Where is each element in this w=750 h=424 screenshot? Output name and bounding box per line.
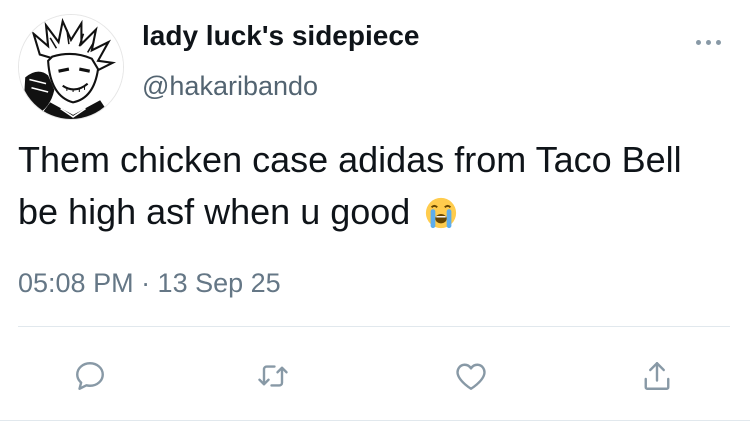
more-dot-icon — [695, 39, 701, 45]
share-button[interactable] — [633, 352, 681, 400]
display-name[interactable]: lady luck's sidepiece — [142, 20, 419, 52]
more-dot-icon — [715, 39, 721, 45]
divider — [18, 326, 730, 327]
more-options-button[interactable] — [688, 30, 728, 54]
share-icon — [644, 362, 670, 390]
retweet-button[interactable] — [249, 352, 297, 400]
loudly-crying-face-icon — [426, 197, 457, 229]
reply-button[interactable] — [66, 352, 114, 400]
manga-character-avatar-icon — [19, 15, 123, 119]
tweet-card: lady luck's sidepiece @hakaribando Them … — [0, 0, 750, 424]
user-handle[interactable]: @hakaribando — [142, 71, 318, 102]
tweet-text-container: Them chicken case adidas from Taco Bell … — [18, 134, 728, 238]
retweet-icon — [258, 365, 288, 387]
like-button[interactable] — [447, 352, 495, 400]
reply-icon — [76, 362, 104, 390]
tweet-text: Them chicken case adidas from Taco Bell … — [18, 139, 682, 232]
bottom-divider — [0, 420, 750, 421]
more-dot-icon — [705, 39, 711, 45]
heart-icon — [456, 363, 486, 390]
action-bar — [0, 352, 750, 400]
avatar[interactable] — [18, 14, 124, 120]
tweet-timestamp[interactable]: 05:08 PM · 13 Sep 25 — [18, 268, 281, 299]
